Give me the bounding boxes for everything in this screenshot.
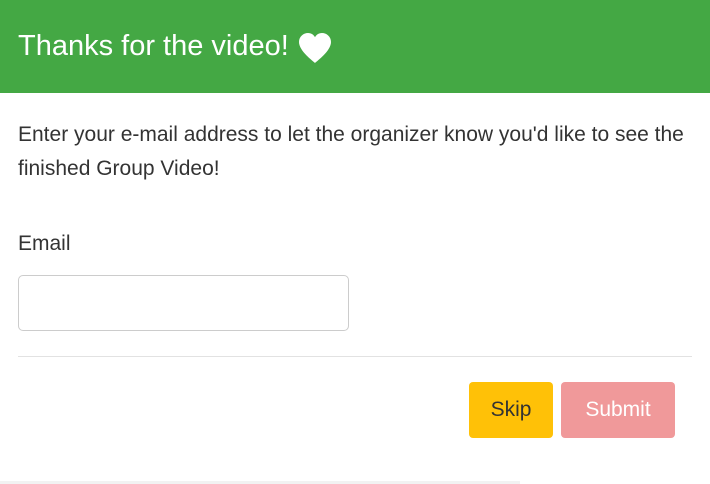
thanks-dialog: Thanks for the video! Enter your e-mail … bbox=[0, 0, 710, 484]
skip-button[interactable]: Skip bbox=[469, 382, 553, 438]
email-label: Email bbox=[18, 232, 71, 255]
dialog-header: Thanks for the video! bbox=[0, 0, 710, 93]
dialog-body: Enter your e-mail address to let the org… bbox=[18, 118, 698, 186]
dialog-title: Thanks for the video! bbox=[18, 30, 289, 62]
intro-text: Enter your e-mail address to let the org… bbox=[18, 123, 684, 180]
email-field[interactable] bbox=[18, 275, 349, 331]
heart-icon bbox=[297, 32, 333, 64]
footer-divider bbox=[18, 356, 692, 357]
submit-button[interactable]: Submit bbox=[561, 382, 675, 438]
